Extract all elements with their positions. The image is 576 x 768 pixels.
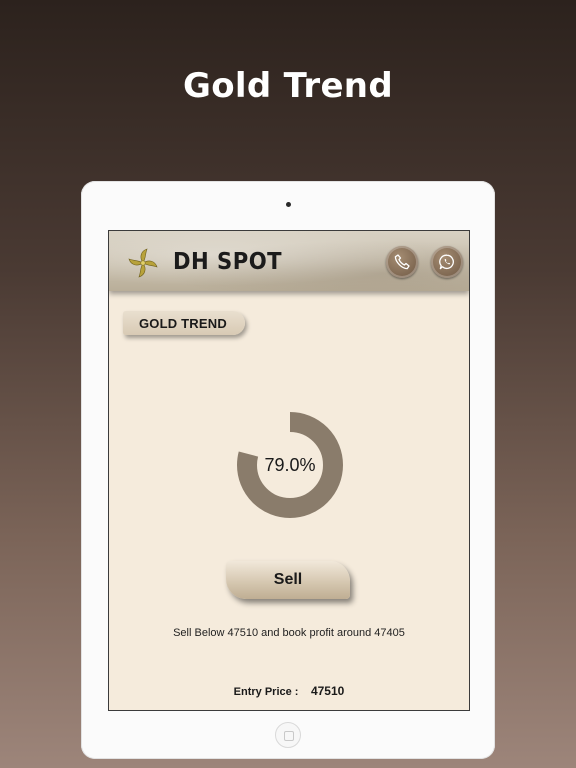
gold-trend-tag: GOLD TREND [123,311,245,335]
entry-price-row: Entry Price : 47510 [109,682,469,700]
entry-price-value: 47510 [310,684,345,698]
trade-advice-text: Sell Below 47510 and book profit around … [173,627,405,639]
whatsapp-button[interactable] [431,246,463,278]
app-screen: DH SPOT GOLD TREND 79.0% Sell Sell Below… [108,230,470,711]
camera-dot [286,202,291,207]
home-button-icon[interactable] [275,722,301,748]
call-button[interactable] [386,246,418,278]
sell-button[interactable]: Sell [226,561,350,599]
tablet-frame: DH SPOT GOLD TREND 79.0% Sell Sell Below… [81,181,495,759]
app-header: DH SPOT [109,231,469,291]
gold-pinwheel-logo-icon [128,248,158,278]
entry-price-label: Entry Price : [233,686,299,698]
phone-icon [394,254,410,270]
brand-title: DH SPOT [173,249,283,275]
gauge-percentage: 79.0% [264,454,316,475]
promo-title: Gold Trend [183,66,393,106]
whatsapp-icon [439,254,454,270]
